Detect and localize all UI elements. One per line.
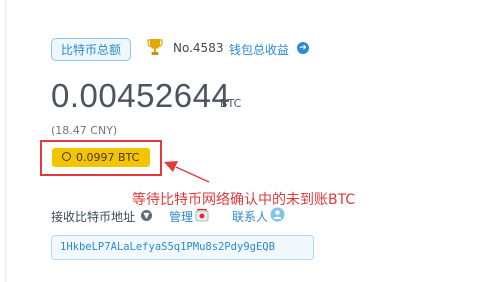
contacts-link[interactable]: 联系人 xyxy=(232,208,268,225)
chevron-down-circle-icon[interactable]: ▼ xyxy=(141,210,152,221)
receive-address-label: 接收比特币地址 xyxy=(51,210,136,224)
contacts-icon[interactable] xyxy=(270,207,285,222)
manage-link[interactable]: 管理 xyxy=(169,208,193,225)
manage-icon[interactable] xyxy=(195,208,209,222)
annotation-text: 等待比特币网络确认中的未到账BTC xyxy=(132,192,356,208)
btc-address-field[interactable]: 1HkbeLP7ALaLefyaS5q1PMu8s2Pdy9gEQB xyxy=(51,235,314,260)
